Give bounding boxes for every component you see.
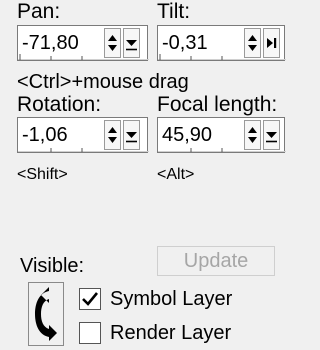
focal-length-label: Focal length:	[157, 93, 278, 116]
shift-hint: <Shift>	[17, 166, 68, 183]
focal-length-value[interactable]: 45,90	[162, 124, 212, 146]
spin-down-icon	[126, 40, 137, 51]
focal-length-dropdown-button[interactable]	[263, 120, 280, 150]
render-layer-checkbox[interactable]	[79, 322, 101, 344]
rotation-dropdown-button[interactable]	[123, 120, 140, 150]
spin-up-down-icon	[248, 35, 257, 51]
spin-down-icon	[266, 132, 277, 143]
tilt-step-forward-button[interactable]	[263, 28, 280, 58]
symbol-layer-checkbox[interactable]	[79, 288, 101, 310]
spin-up-down-icon	[248, 127, 257, 143]
checkmark-icon	[82, 292, 99, 306]
spin-down-icon	[126, 132, 137, 143]
rotation-field[interactable]: -1,06	[17, 117, 149, 153]
update-button[interactable]: Update	[157, 246, 275, 276]
render-layer-label: Render Layer	[110, 322, 232, 344]
alt-hint: <Alt>	[157, 166, 195, 183]
pan-spin-up-down-button[interactable]	[104, 28, 121, 58]
visible-label: Visible:	[20, 255, 85, 277]
symbol-layer-label: Symbol Layer	[110, 288, 233, 310]
focal-length-spin-buttons[interactable]	[244, 120, 282, 150]
focal-length-spin-up-down-button[interactable]	[244, 120, 261, 150]
rotation-spin-up-down-button[interactable]	[104, 120, 121, 150]
focal-length-field[interactable]: 45,90	[157, 117, 286, 153]
pan-dropdown-button[interactable]	[123, 28, 140, 58]
rotation-value[interactable]: -1,06	[22, 124, 68, 146]
swap-layers-button[interactable]	[28, 282, 64, 346]
pan-value[interactable]: -71,80	[22, 32, 79, 54]
spin-up-down-icon	[108, 35, 117, 51]
step-forward-icon	[267, 38, 277, 48]
spin-up-down-icon	[108, 127, 117, 143]
pan-field[interactable]: -71,80	[17, 25, 149, 61]
pan-label: Pan:	[17, 0, 61, 23]
ctrl-mouse-drag-hint: <Ctrl>+mouse drag	[17, 71, 189, 93]
tilt-spin-up-down-button[interactable]	[244, 28, 261, 58]
tilt-field[interactable]: -0,31	[157, 25, 286, 61]
pan-spin-buttons[interactable]	[104, 28, 142, 58]
tilt-spin-buttons[interactable]	[244, 28, 282, 58]
swap-arrows-icon	[35, 287, 57, 341]
tilt-value[interactable]: -0,31	[162, 32, 208, 54]
rotation-spin-buttons[interactable]	[104, 120, 142, 150]
tilt-label: Tilt:	[157, 0, 191, 23]
rotation-label: Rotation:	[17, 93, 102, 116]
